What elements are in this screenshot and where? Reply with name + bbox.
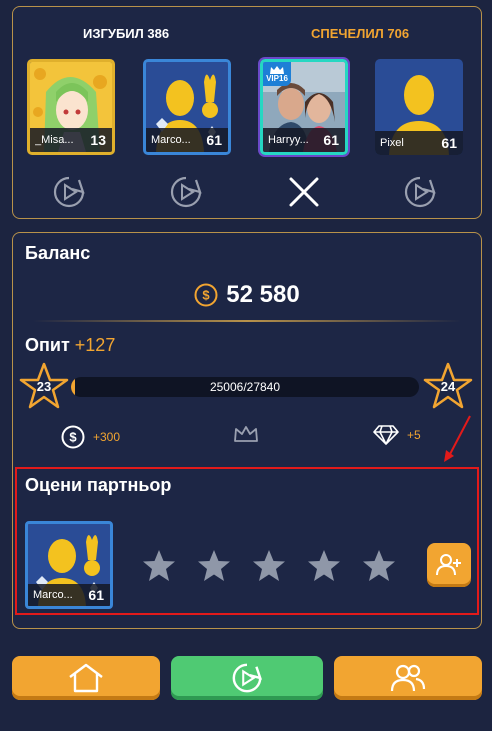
svg-text:$: $ [203,288,211,303]
player-card-4[interactable]: Pixel 61 [375,59,463,155]
divider [33,320,461,322]
svg-text:$: $ [69,430,77,445]
player-level: 13 [90,132,106,148]
replay-icon[interactable] [169,175,203,209]
player-level: 61 [323,132,339,148]
next-level-star: 24 [423,362,473,410]
player-card-1[interactable]: _Misa... 13 [27,59,115,155]
rating-star-1[interactable] [141,549,177,583]
balance-label: Баланс [25,243,91,263]
player-name: Harryy... [268,134,309,146]
player-name: _Misa... [35,134,74,146]
home-button[interactable] [12,656,160,700]
replay-icon [232,663,263,693]
gem-reward-value: +5 [407,428,421,442]
coin-reward: $ +300 [61,425,120,449]
experience-gain: +127 [74,335,116,355]
player-name: Pixel [380,137,404,149]
rating-star-4[interactable] [306,549,342,583]
rating-star-5[interactable] [361,549,397,583]
coin-icon: $ [61,425,85,449]
rate-partner-label: Оцени партньор [25,475,172,495]
current-level-star: 23 [19,362,69,410]
crown-icon [270,65,284,74]
player-nameplate: Marco... 61 [146,128,228,152]
match-results-panel: Баланс $ 52 580 Опит +127 23 25006/27840… [12,232,482,629]
partner-name: Marco... [33,589,73,601]
replay-icon[interactable] [403,175,437,209]
player-level: 61 [206,132,222,148]
friends-button[interactable] [334,656,482,700]
diamond-icon [373,425,399,445]
player-nameplate: Harryy... 61 [263,128,345,152]
balance-value: 52 580 [226,281,300,308]
player-nameplate: Pixel 61 [375,131,463,155]
friends-icon [390,664,426,692]
replay-icon[interactable] [52,175,86,209]
coin-icon: $ [194,283,218,307]
experience-progress-text: 25006/27840 [209,380,281,394]
player-card-3[interactable]: VIP16 Harryy... 61 [260,59,348,155]
player-level: 61 [441,135,457,151]
home-icon [69,663,103,693]
current-level: 23 [36,379,52,394]
match-players-panel: ИЗГУБИЛ 386 СПЕЧЕЛИЛ 706 _Misa... 13 Mar… [12,6,482,219]
experience-label: Опит +127 [25,335,115,356]
rating-star-3[interactable] [251,549,287,583]
rate-partner-box: Оцени партньор Marco... 61 [15,467,479,615]
replay-button[interactable] [171,656,323,700]
next-level: 24 [440,379,456,394]
experience-progress-bar: 25006/27840 [71,377,419,397]
add-friend-icon [436,554,461,576]
annotation-arrow-icon [444,415,471,462]
crown-reward [233,425,259,443]
experience-title: Опит [25,335,70,355]
balance-row: $ 52 580 [13,281,481,309]
vip-badge: VIP16 [263,62,291,86]
rating-star-2[interactable] [196,549,232,583]
player-nameplate: _Misa... 13 [30,128,112,152]
coin-reward-value: +300 [93,430,121,444]
player-nameplate: Marco... 61 [28,584,110,606]
close-icon[interactable] [287,175,321,209]
crown-icon [234,426,258,442]
winning-team-title: СПЕЧЕЛИЛ 706 [311,26,410,41]
partner-level: 61 [88,587,104,603]
gem-reward: +5 [373,425,421,445]
add-friend-button[interactable] [427,543,471,587]
player-name: Marco... [151,134,191,146]
player-card-2[interactable]: Marco... 61 [143,59,231,155]
losing-team-title: ИЗГУБИЛ 386 [83,26,170,41]
vip-label: VIP16 [266,73,288,83]
partner-avatar[interactable]: Marco... 61 [25,521,113,609]
